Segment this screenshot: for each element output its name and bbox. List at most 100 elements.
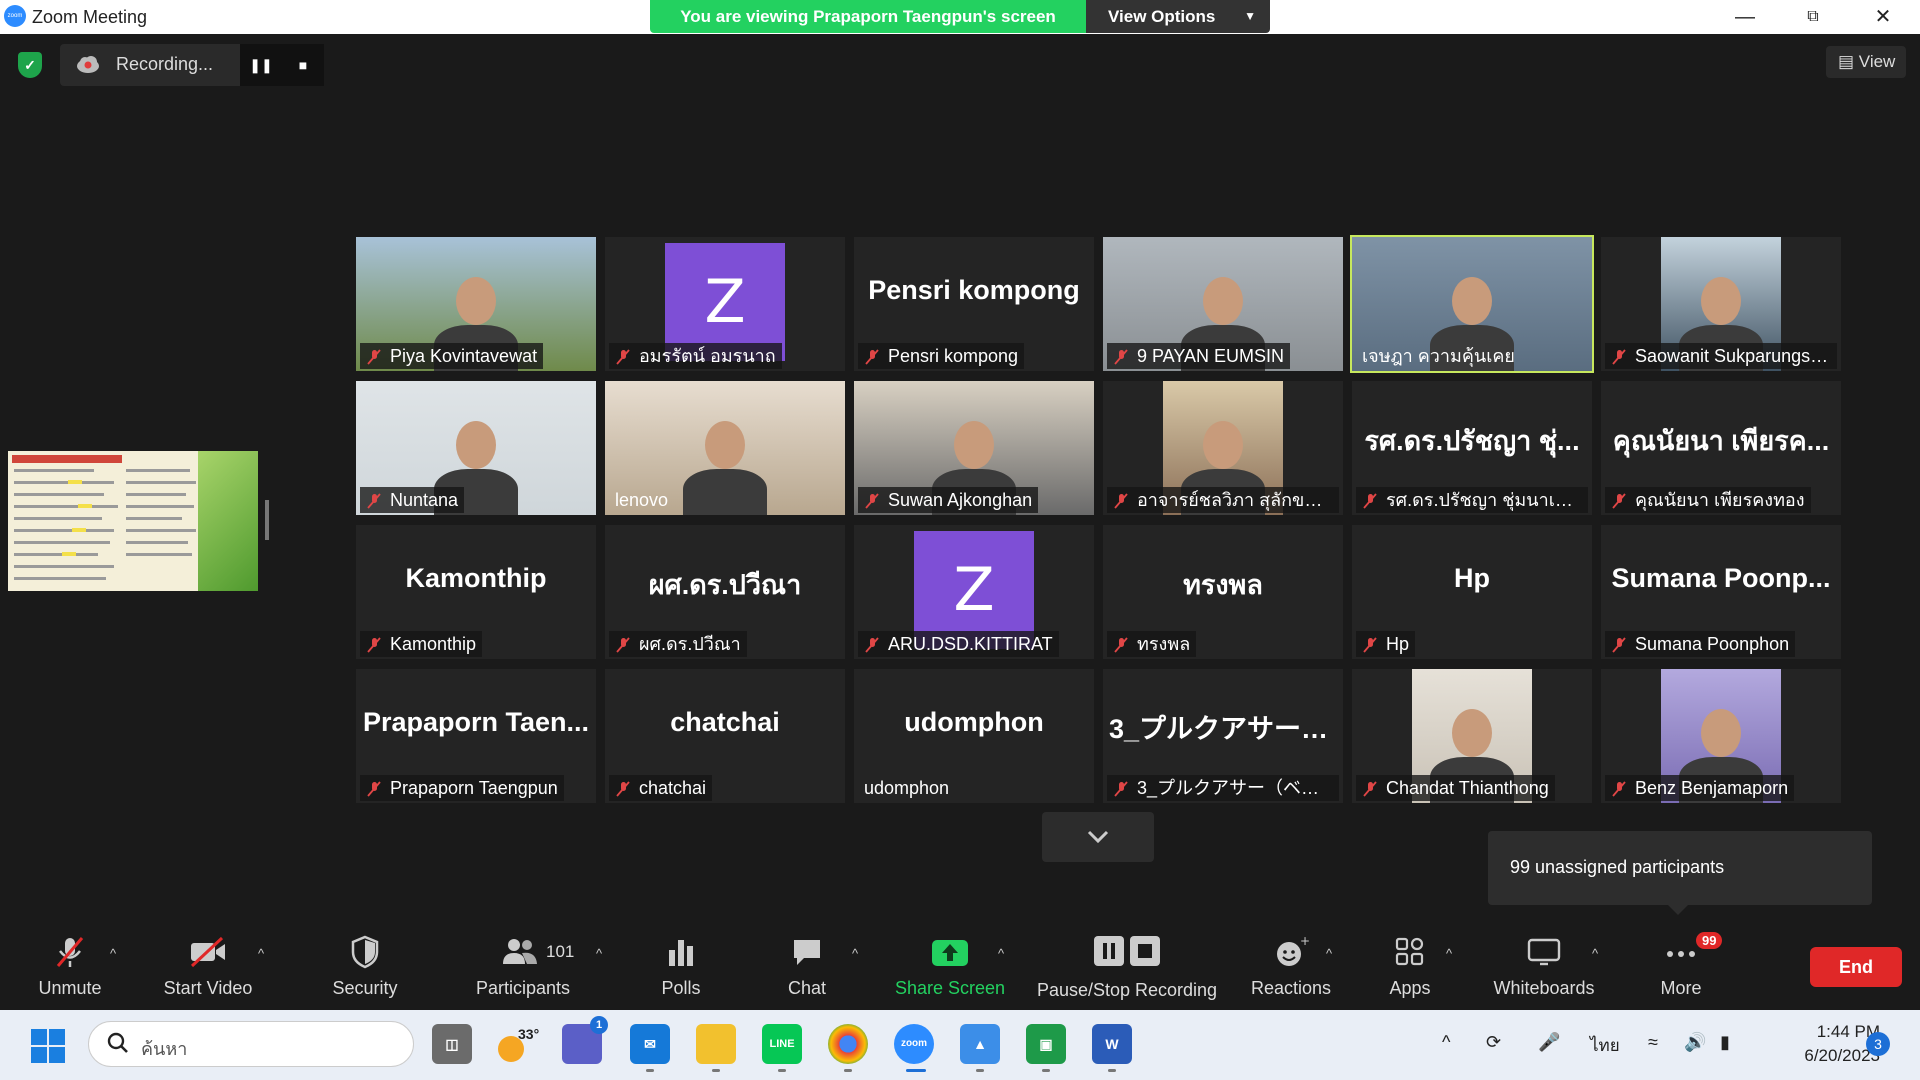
participant-name-label: คุณนัยนา เพียรคงทอง	[1605, 487, 1811, 513]
participant-tile[interactable]: lenovo	[605, 381, 845, 515]
unmute-button[interactable]: Unmute	[20, 922, 120, 1010]
participant-display-name: Prapaporn Taen...	[362, 707, 590, 737]
maximize-button[interactable]: ⧉	[1778, 0, 1848, 34]
pause-recording-button[interactable]: ❚❚	[240, 44, 282, 86]
minimize-button[interactable]: —	[1710, 0, 1780, 34]
participant-tile[interactable]: Saowanit Sukparungse...	[1601, 237, 1841, 371]
clock-date: 6/20/2023	[1804, 1046, 1880, 1065]
reactions-options-caret[interactable]: ^	[1326, 946, 1332, 961]
participant-tile[interactable]: Nuntana	[356, 381, 596, 515]
mail-icon[interactable]: ✉	[630, 1024, 670, 1064]
participant-tile[interactable]: Pensri kompong Pensri kompong	[854, 237, 1094, 371]
mic-muted-icon	[616, 781, 630, 797]
sync-icon[interactable]: ⟳	[1486, 1032, 1501, 1053]
mic-muted-icon	[367, 637, 381, 653]
participant-tile[interactable]: Chandat Thianthong	[1352, 669, 1592, 803]
chat-options-caret[interactable]: ^	[852, 946, 858, 961]
participant-tile[interactable]: Sumana Poonp... Sumana Poonphon	[1601, 525, 1841, 659]
view-options-button[interactable]: View Options ▼	[1086, 0, 1270, 33]
pause-stop-icon	[1094, 936, 1160, 966]
file-explorer-icon[interactable]	[696, 1024, 736, 1064]
share-screen-button[interactable]: Share Screen	[890, 922, 1010, 1010]
mic-muted-icon	[1612, 781, 1626, 797]
participant-name: อาจารย์ชลวิภา สุลักขณานุ...	[1137, 490, 1339, 510]
task-view-icon[interactable]: ◫	[432, 1024, 472, 1064]
reactions-button[interactable]: + Reactions	[1244, 922, 1338, 1010]
participant-name-label: Chandat Thianthong	[1356, 775, 1555, 801]
audio-options-caret[interactable]: ^	[110, 946, 116, 961]
whiteboards-button[interactable]: Whiteboards	[1484, 922, 1604, 1010]
view-button[interactable]: ▤ View	[1826, 46, 1906, 78]
participants-button[interactable]: 101 Participants	[468, 922, 578, 1010]
participant-name-label: Piya Kovintavewat	[360, 343, 544, 369]
chrome-icon[interactable]	[828, 1024, 868, 1064]
participant-name: Suwan Ajkonghan	[888, 490, 1033, 510]
system-clock[interactable]: 1:44 PM 6/20/2023	[1768, 1020, 1880, 1068]
participant-tile[interactable]: Suwan Ajkonghan	[854, 381, 1094, 515]
line-app-icon[interactable]: LINE	[762, 1024, 802, 1064]
participant-tile[interactable]: ทรงพล ทรงพล	[1103, 525, 1343, 659]
language-indicator[interactable]: ไทย	[1590, 1032, 1620, 1059]
close-window-button[interactable]: ✕	[1848, 0, 1918, 34]
whiteboard-icon	[1527, 938, 1561, 966]
weather-temp: 33°	[518, 1026, 540, 1042]
participant-tile[interactable]: ผศ.ดร.ปวีณา ผศ.ดร.ปวีณา	[605, 525, 845, 659]
teams-icon[interactable]: 1	[562, 1016, 608, 1064]
photos-icon[interactable]: ▲	[960, 1024, 1000, 1064]
polls-button[interactable]: Polls	[636, 922, 726, 1010]
participant-tile[interactable]: รศ.ดร.ปรัชญา ชุ่... รศ.ดร.ปรัชญา ชุ่มนาเส…	[1352, 381, 1592, 515]
participant-tile[interactable]: Z อมรรัตน์ อมรนาถ	[605, 237, 845, 371]
participant-tile[interactable]: Hp Hp	[1352, 525, 1592, 659]
share-options-caret[interactable]: ^	[998, 946, 1004, 961]
show-hidden-icons-caret[interactable]: ^	[1442, 1032, 1450, 1053]
participant-tile[interactable]: Prapaporn Taen... Prapaporn Taengpun	[356, 669, 596, 803]
participant-name-label: อมรรัตน์ อมรนาถ	[609, 343, 782, 369]
windows-start-icon[interactable]	[30, 1028, 66, 1064]
shared-screen-thumbnail[interactable]	[8, 451, 258, 591]
apps-options-caret[interactable]: ^	[1446, 946, 1452, 961]
participant-tile[interactable]: 9 PAYAN EUMSIN	[1103, 237, 1343, 371]
participant-tile[interactable]: Benz Benjamaporn	[1601, 669, 1841, 803]
participant-tile[interactable]: Z ARU.DSD.KITTIRAT	[854, 525, 1094, 659]
pause-stop-recording-button[interactable]: Pause/Stop Recording	[1030, 922, 1224, 1010]
video-options-caret[interactable]: ^	[258, 946, 264, 961]
meeting-toolbar: Unmute ^ Start Video ^ Security 101 Part…	[0, 922, 1920, 1010]
volume-icon[interactable]: 🔊	[1684, 1032, 1706, 1053]
whiteboards-options-caret[interactable]: ^	[1592, 946, 1598, 961]
notification-badge[interactable]: 3	[1866, 1032, 1890, 1056]
participant-tile[interactable]: อาจารย์ชลวิภา สุลักขณานุ...	[1103, 381, 1343, 515]
stop-recording-button[interactable]: ■	[282, 44, 324, 86]
encryption-shield-icon[interactable]: ✓	[18, 52, 42, 78]
participant-tile[interactable]: เจษฎา ความคุ้นเคย	[1350, 235, 1594, 373]
mic-muted-icon	[1114, 493, 1128, 509]
participant-name-label: Benz Benjamaporn	[1605, 775, 1795, 801]
microphone-icon[interactable]: 🎤	[1538, 1032, 1560, 1053]
more-button[interactable]: 99 More	[1636, 922, 1726, 1010]
mic-muted-icon	[616, 349, 630, 365]
cloud-record-icon	[77, 56, 99, 73]
participant-tile[interactable]: คุณนัยนา เพียรค... คุณนัยนา เพียรคงทอง	[1601, 381, 1841, 515]
taskbar-search[interactable]: ค้นหา	[88, 1021, 414, 1067]
window-title: Zoom Meeting	[32, 7, 148, 27]
weather-icon[interactable]: 33°	[496, 1024, 539, 1064]
participant-tile[interactable]: Piya Kovintavewat	[356, 237, 596, 371]
start-video-button[interactable]: Start Video	[150, 922, 266, 1010]
participants-options-caret[interactable]: ^	[596, 946, 602, 961]
participant-tile[interactable]: 3_プルクアサー（... 3_プルクアサー（ベンツ）ト...	[1103, 669, 1343, 803]
participant-tile[interactable]: udomphon udomphon	[854, 669, 1094, 803]
excel-icon[interactable]: ▣	[1026, 1024, 1066, 1064]
participant-tile[interactable]: Kamonthip Kamonthip	[356, 525, 596, 659]
word-icon[interactable]: W	[1092, 1024, 1132, 1064]
chat-button[interactable]: Chat	[762, 922, 852, 1010]
security-button[interactable]: Security	[320, 922, 410, 1010]
zoom-taskbar-icon[interactable]: zoom	[894, 1024, 934, 1064]
participant-name-label: Pensri kompong	[858, 343, 1025, 369]
apps-button[interactable]: Apps	[1370, 922, 1450, 1010]
end-meeting-button[interactable]: End	[1810, 947, 1902, 987]
panel-resize-handle[interactable]	[265, 500, 269, 540]
participant-tile[interactable]: chatchai chatchai	[605, 669, 845, 803]
wifi-icon[interactable]: ≈	[1648, 1032, 1658, 1053]
show-more-participants-button[interactable]	[1042, 812, 1154, 862]
battery-icon[interactable]: ▮	[1720, 1032, 1730, 1053]
mic-muted-icon	[1363, 493, 1377, 509]
